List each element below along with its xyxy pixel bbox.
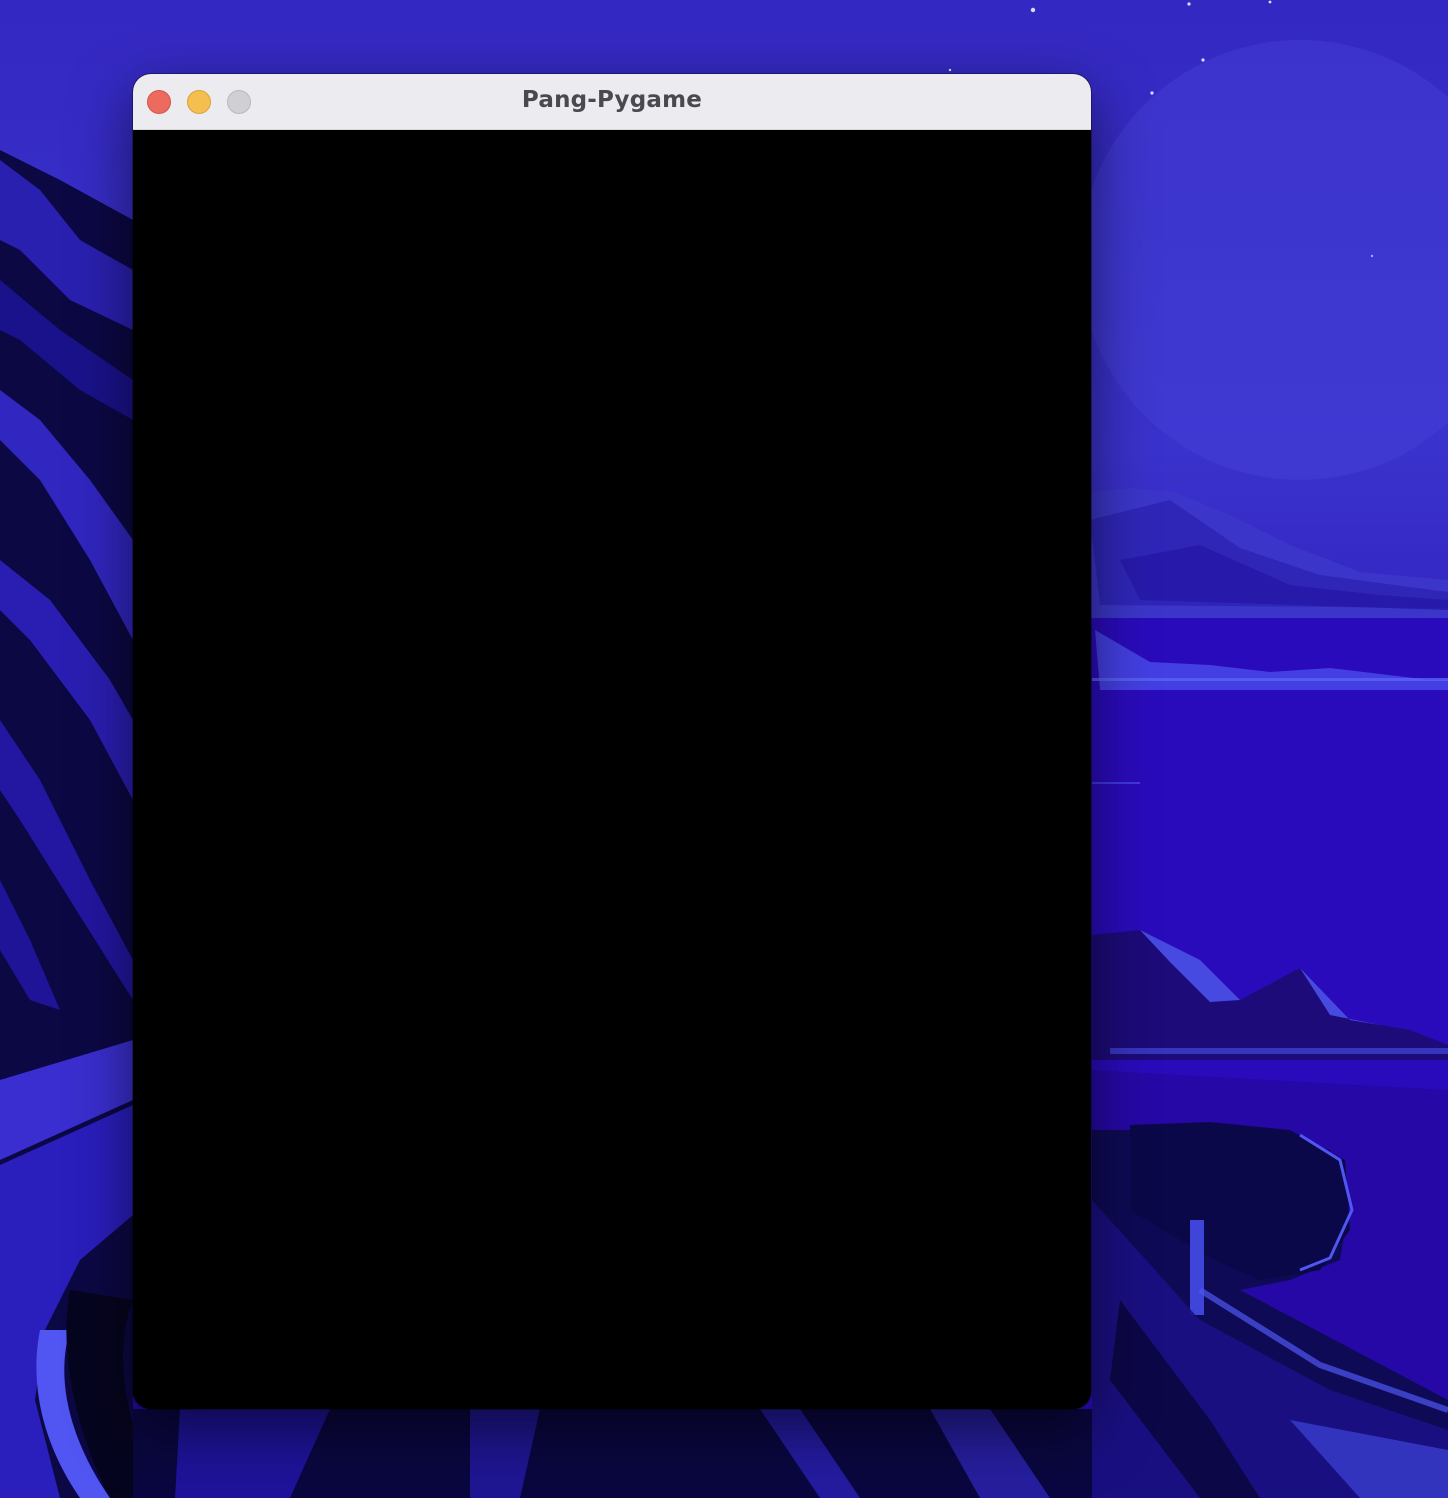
window-title: Pang-Pygame xyxy=(521,87,703,113)
game-canvas[interactable] xyxy=(133,130,1091,1409)
app-window: Pang-Pygame xyxy=(133,74,1091,1409)
desktop: Pang-Pygame xyxy=(0,0,1448,1498)
title-bar[interactable]: Pang-Pygame xyxy=(133,74,1091,130)
